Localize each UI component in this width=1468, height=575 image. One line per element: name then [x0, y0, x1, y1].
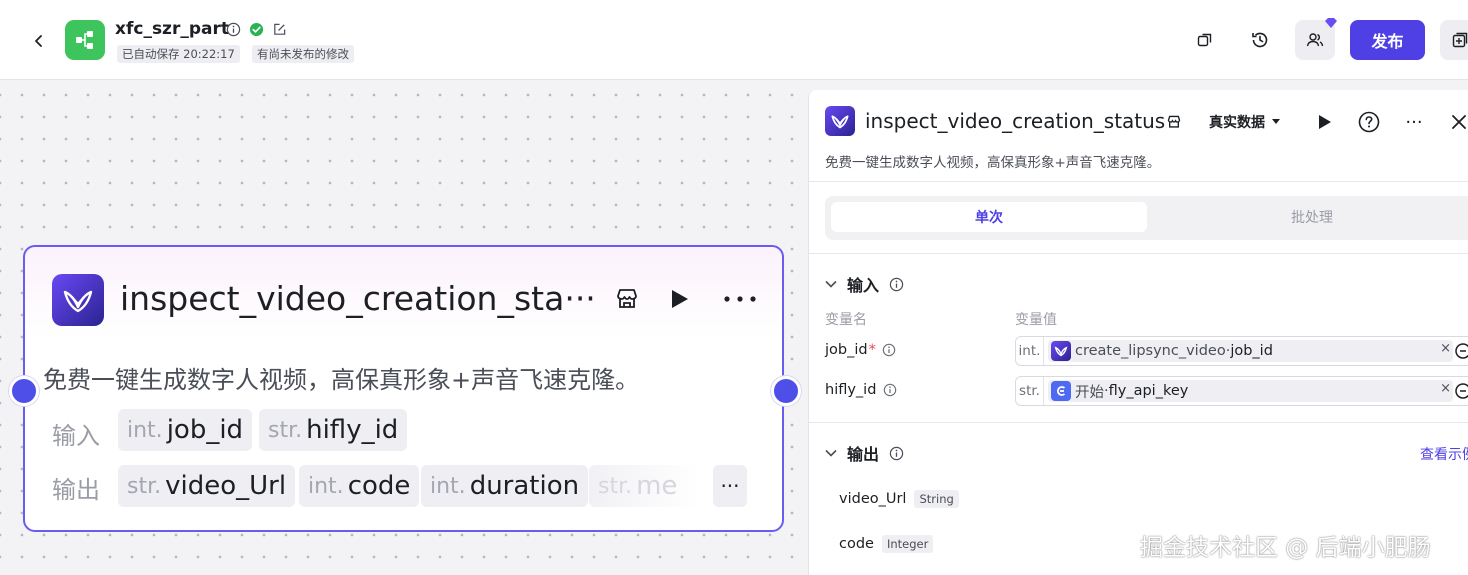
start-node-icon [1051, 381, 1071, 401]
plugin-logo-icon [825, 106, 855, 136]
output-section-header[interactable]: 输出 [825, 441, 904, 465]
app-title: xfc_szr_part [115, 19, 229, 39]
help-button[interactable] [1357, 108, 1381, 136]
unpublished-status: 有尚未发布的修改 [252, 45, 354, 63]
edit-icon[interactable] [271, 21, 287, 37]
store-icon [1167, 115, 1181, 128]
clear-reference-button[interactable]: × [1440, 341, 1451, 356]
info-icon[interactable] [883, 383, 897, 397]
chevron-down-icon [825, 280, 837, 288]
close-icon [1452, 115, 1466, 129]
run-mode-tabs: 单次 批处理 [825, 196, 1468, 240]
play-icon [672, 290, 688, 308]
info-icon[interactable] [882, 343, 896, 357]
copy-button[interactable] [1185, 20, 1225, 60]
info-icon[interactable] [889, 277, 904, 292]
flow-icon [76, 31, 93, 49]
output-field-row: code Integer [839, 535, 934, 553]
store-icon [617, 289, 637, 308]
output-param-chip: int. code [299, 465, 420, 507]
history-icon [1252, 32, 1268, 48]
input-param-chip: str. hifly_id [259, 409, 408, 451]
panel-description: 免费一键生成数字人视频，高保真形象+声音飞速克隆。 [825, 155, 1161, 171]
history-button[interactable] [1240, 20, 1280, 60]
close-panel-button[interactable] [1449, 108, 1468, 136]
chevron-down-icon [825, 449, 837, 457]
diamond-badge-icon [1325, 18, 1337, 28]
input-param-chip: int. job_id [118, 409, 253, 451]
users-icon [1306, 33, 1324, 47]
plugin-node-card[interactable]: inspect_video_creation_sta··· 免费一键生成数字人视… [23, 245, 784, 532]
clear-reference-button[interactable]: × [1440, 381, 1451, 396]
output-param-chip: str. me [589, 465, 699, 507]
input-section-header[interactable]: 输入 [825, 272, 904, 296]
play-icon [1319, 115, 1331, 129]
add-window-icon [1452, 32, 1468, 48]
node-more-button[interactable] [719, 283, 761, 315]
input-row-label: 输入 [52, 422, 100, 450]
variable-reference[interactable]: 开始 · fly_api_key × [1048, 380, 1453, 402]
run-test-button[interactable] [1314, 108, 1336, 136]
column-header-value: 变量值 [1015, 312, 1057, 328]
plugin-logo-icon [52, 274, 104, 326]
plugin-store-button[interactable] [1163, 108, 1185, 136]
variable-value-job-id[interactable]: int. create_lipsync_video · job_id × [1015, 336, 1468, 366]
variable-picker-icon[interactable] [1454, 382, 1468, 400]
more-outputs-button[interactable]: ··· [713, 465, 747, 507]
output-row-label: 输出 [52, 476, 100, 504]
variable-picker-icon[interactable] [1454, 342, 1468, 360]
autosave-status: 已自动保存 20:22:17 [117, 45, 240, 63]
data-mode-select[interactable]: 真实数据 [1209, 108, 1281, 136]
view-example-link[interactable]: 查看示例 [1420, 444, 1468, 464]
info-icon[interactable] [225, 21, 241, 37]
type-badge: String [914, 490, 959, 508]
output-param-chip: str. video_Url [118, 465, 296, 507]
top-bar: xfc_szr_part 已自动保存 20:22:17 有尚未发布的修改 发布 [0, 0, 1468, 80]
plugin-store-button[interactable] [611, 283, 643, 315]
column-header-name: 变量名 [825, 312, 867, 328]
output-field-row: video_Url String [839, 490, 959, 508]
help-circle-icon [1358, 111, 1380, 133]
add-panel-button[interactable] [1440, 20, 1468, 60]
output-port-handle[interactable] [771, 376, 801, 406]
variable-name-job-id: job_id * [825, 342, 896, 358]
back-button[interactable] [26, 28, 52, 54]
watermark-text: 掘金技术社区 @ 后端小肥肠 [1140, 535, 1431, 561]
panel-more-button[interactable]: ··· [1401, 108, 1427, 136]
type-badge: Integer [881, 535, 934, 553]
workflow-app-icon [65, 20, 105, 60]
tab-batch[interactable]: 批处理 [1147, 202, 1468, 232]
node-detail-panel: inspect_video_creation_status 真实数据 ··· 免… [808, 90, 1468, 575]
variable-reference[interactable]: create_lipsync_video · job_id × [1048, 340, 1453, 362]
variable-name-hifly-id: hifly_id [825, 382, 897, 398]
chevron-left-icon [35, 35, 42, 47]
node-description: 免费一键生成数字人视频，高保真形象+声音飞速克隆。 [43, 366, 640, 394]
info-icon[interactable] [889, 446, 904, 461]
copy-icon [1197, 33, 1212, 47]
panel-title: inspect_video_creation_status [865, 109, 1166, 133]
node-title: inspect_video_creation_sta··· [120, 279, 596, 318]
tab-single[interactable]: 单次 [831, 202, 1147, 232]
output-param-chip: int. duration [421, 465, 589, 507]
publish-button[interactable]: 发布 [1350, 20, 1425, 60]
variable-value-hifly-id[interactable]: str. 开始 · fly_api_key × [1015, 376, 1468, 406]
plugin-logo-icon [1051, 341, 1071, 361]
caret-down-icon [1272, 119, 1280, 124]
check-circle-icon [248, 21, 264, 37]
input-port-handle[interactable] [9, 376, 39, 406]
more-horizontal-icon [724, 296, 756, 302]
run-node-button[interactable] [663, 283, 695, 315]
